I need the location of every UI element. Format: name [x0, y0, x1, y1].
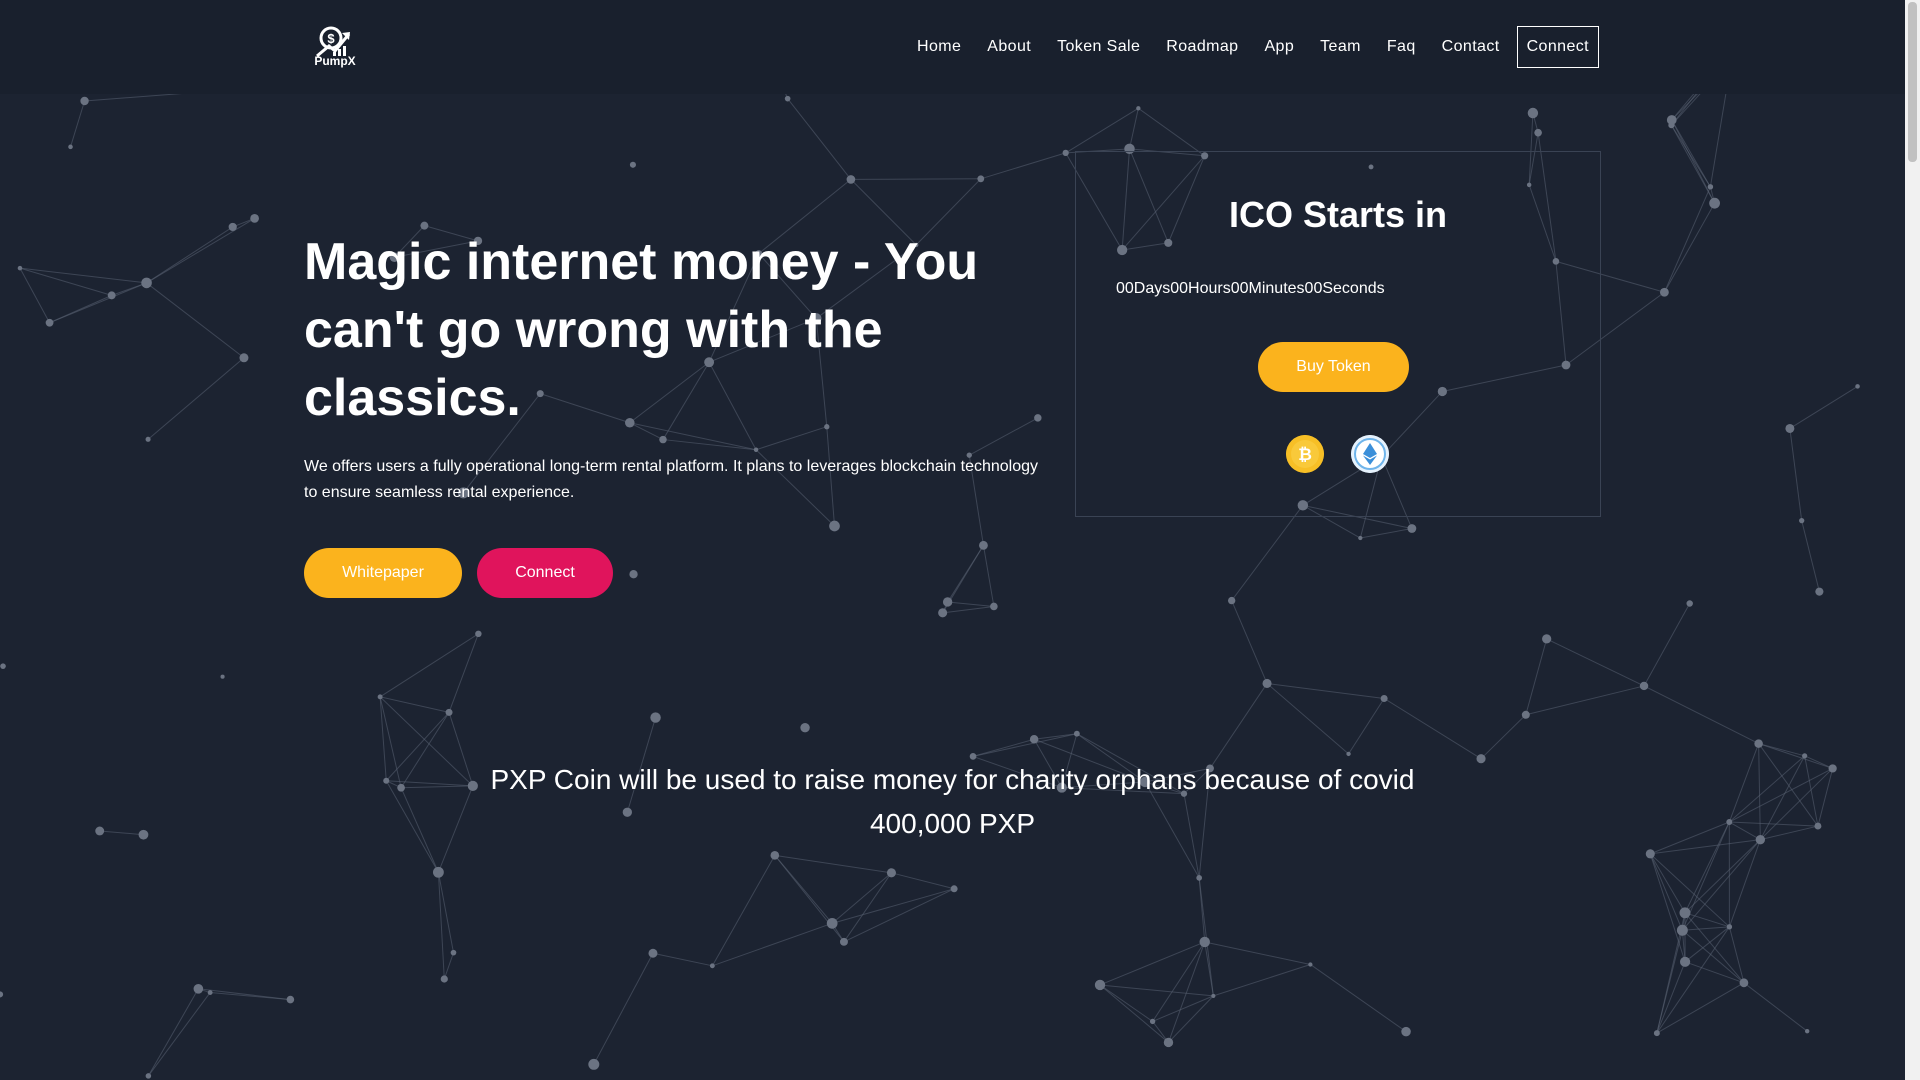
hero-title: Magic internet money - You can't go wron…: [304, 233, 979, 427]
hero-description: We offers users a fully operational long…: [304, 458, 1039, 501]
ico-title: ICO Starts in: [1228, 194, 1448, 235]
bitcoin-icon: ₿: [1286, 435, 1324, 473]
hero-buttons: Whitepaper Connect: [304, 548, 1044, 598]
page-scrollbar[interactable]: [1905, 0, 1920, 1080]
navbar: $ PumpX Home About Token Sale Roadmap Ap…: [0, 0, 1905, 94]
nav-team[interactable]: Team: [1320, 38, 1361, 56]
nav-token-sale[interactable]: Token Sale: [1057, 38, 1140, 56]
nav-contact[interactable]: Contact: [1442, 38, 1500, 56]
nav-about[interactable]: About: [987, 38, 1031, 56]
ico-panel: ICO Starts in 00Days00Hours00Minutes00Se…: [1075, 151, 1601, 517]
svg-text:₿: ₿: [1298, 445, 1312, 464]
charity-amount: 400,000 PXP: [869, 808, 1036, 839]
whitepaper-button[interactable]: Whitepaper: [304, 548, 462, 598]
ethereum-icon: [1351, 435, 1389, 473]
scrollbar-thumb[interactable]: [1908, 2, 1917, 162]
nav-faq[interactable]: Faq: [1387, 38, 1416, 56]
charity-text: PXP Coin will be used to raise money for…: [490, 764, 1415, 795]
hero-connect-button[interactable]: Connect: [477, 548, 613, 598]
ico-countdown: 00Days00Hours00Minutes00Seconds: [1116, 280, 1385, 297]
nav-roadmap[interactable]: Roadmap: [1166, 38, 1238, 56]
logo-text: PumpX: [314, 54, 356, 68]
nav-links: Home About Token Sale Roadmap App Team F…: [891, 0, 1599, 94]
buy-token-button[interactable]: Buy Token: [1258, 342, 1409, 392]
nav-connect-button[interactable]: Connect: [1516, 26, 1599, 68]
nav-home[interactable]: Home: [917, 38, 961, 56]
nav-app[interactable]: App: [1264, 38, 1294, 56]
svg-text:$: $: [327, 31, 335, 46]
hero-section: Magic internet money - You can't go wron…: [304, 228, 1044, 598]
charity-section: PXP Coin will be used to raise money for…: [0, 758, 1905, 846]
